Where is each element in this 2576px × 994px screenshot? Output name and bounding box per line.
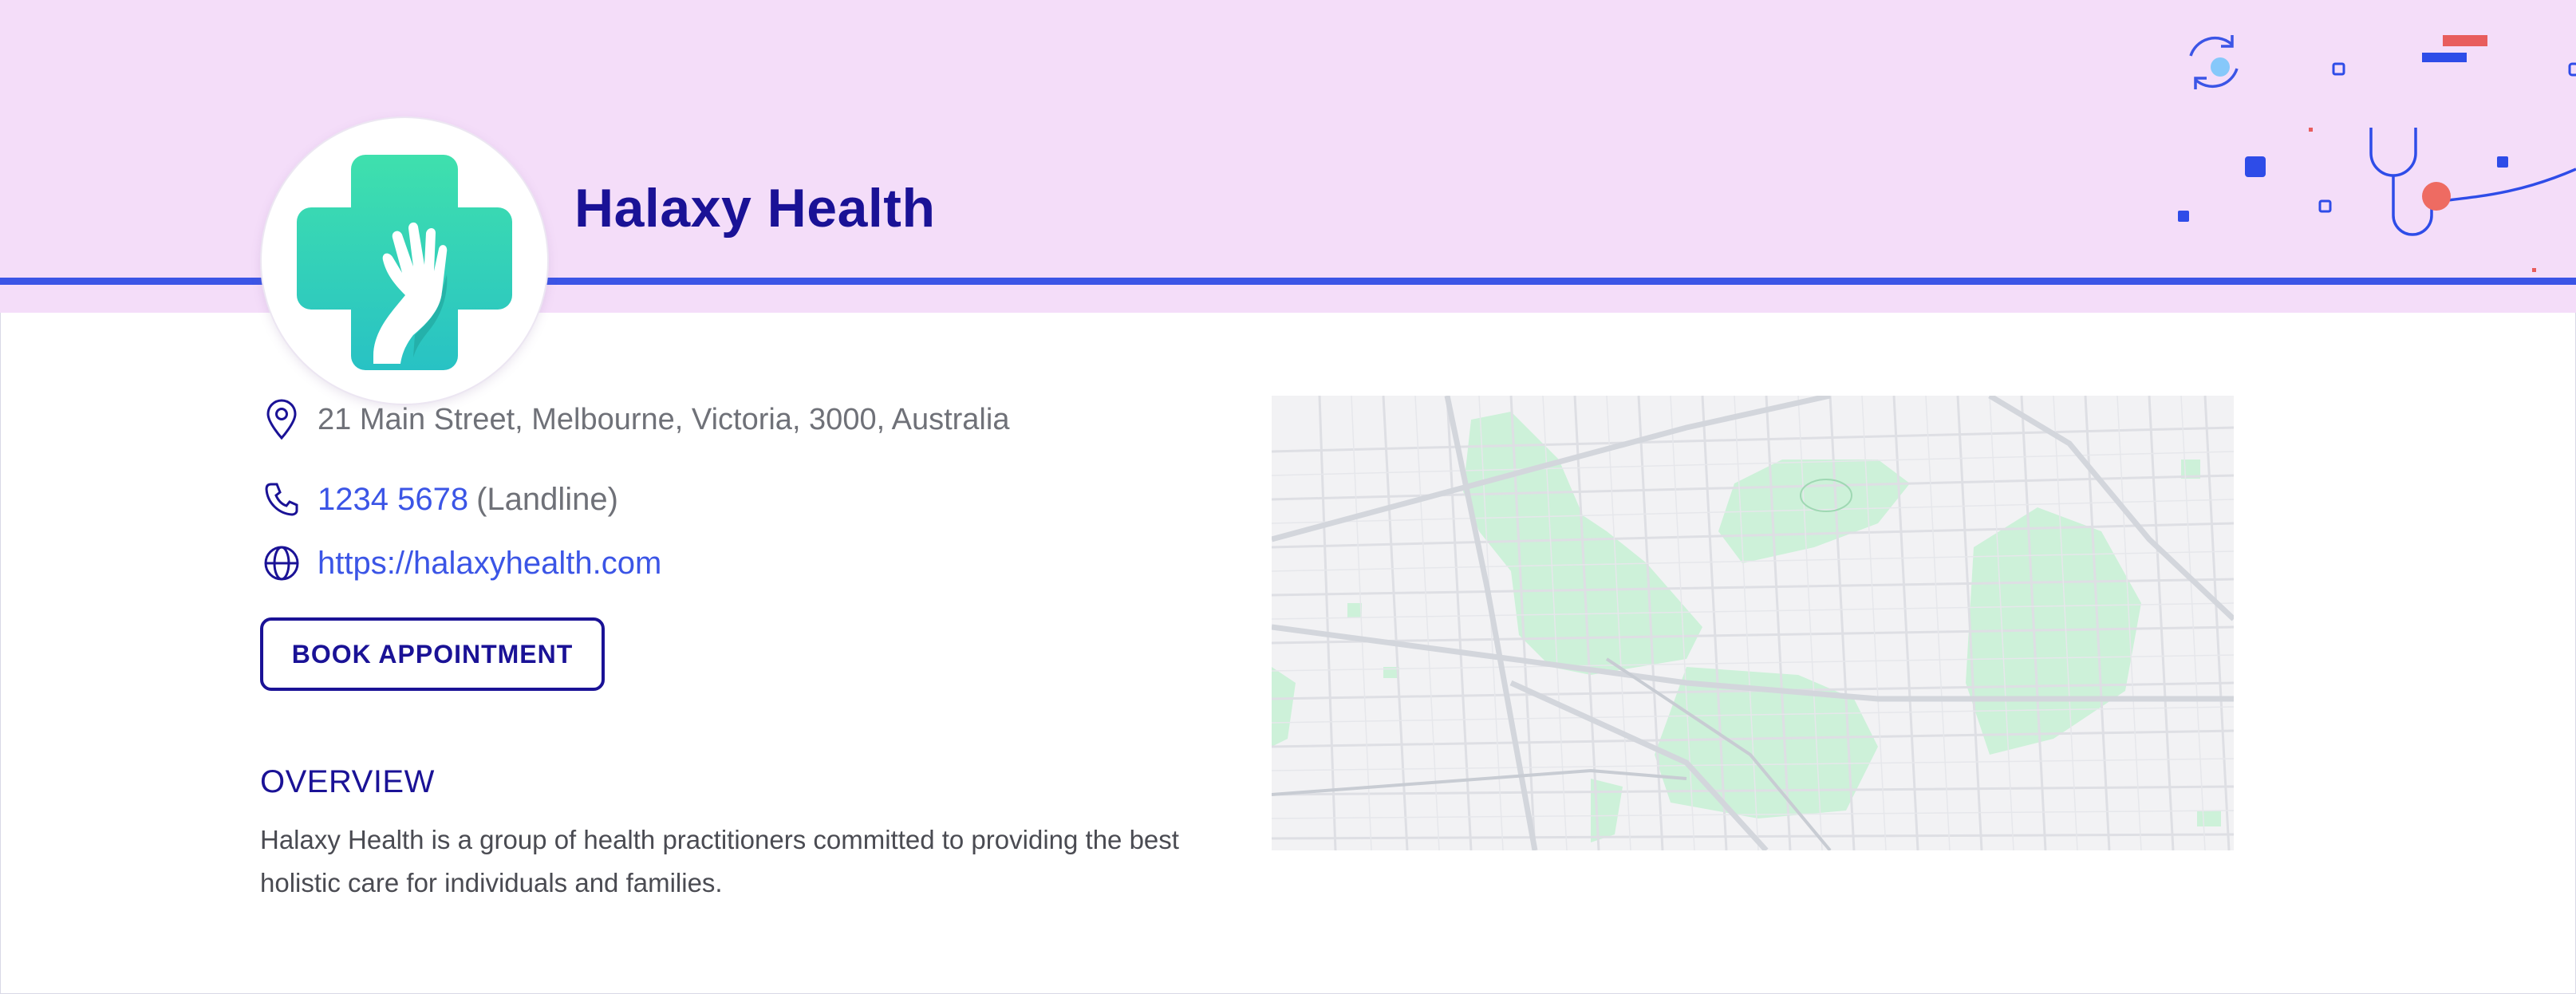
map-graphic: [1272, 396, 2234, 850]
website-link[interactable]: https://halaxyhealth.com: [318, 546, 661, 582]
clinic-logo: [262, 118, 547, 404]
book-appointment-button[interactable]: BOOK APPOINTMENT: [260, 617, 605, 691]
phone-icon: [263, 479, 300, 520]
phone-type-label: (Landline): [476, 481, 618, 517]
phone-row: 1234 5678 (Landline): [263, 479, 618, 520]
medical-decoration-graphic: [2178, 35, 2576, 272]
address-row: 21 Main Street, Melbourne, Victoria, 300…: [263, 399, 1009, 440]
address-text: 21 Main Street, Melbourne, Victoria, 300…: [318, 402, 1010, 436]
clinic-name: Halaxy Health: [574, 178, 936, 239]
globe-icon: [263, 542, 300, 584]
phone-link[interactable]: 1234 5678: [318, 482, 468, 518]
website-row: https://halaxyhealth.com: [263, 542, 661, 584]
location-pin-icon: [263, 399, 300, 440]
location-map[interactable]: [1272, 396, 2234, 850]
overview-heading: OVERVIEW: [260, 764, 435, 799]
overview-text: Halaxy Health is a group of health pract…: [260, 825, 1179, 897]
medical-cross-hand-icon: [297, 155, 512, 370]
